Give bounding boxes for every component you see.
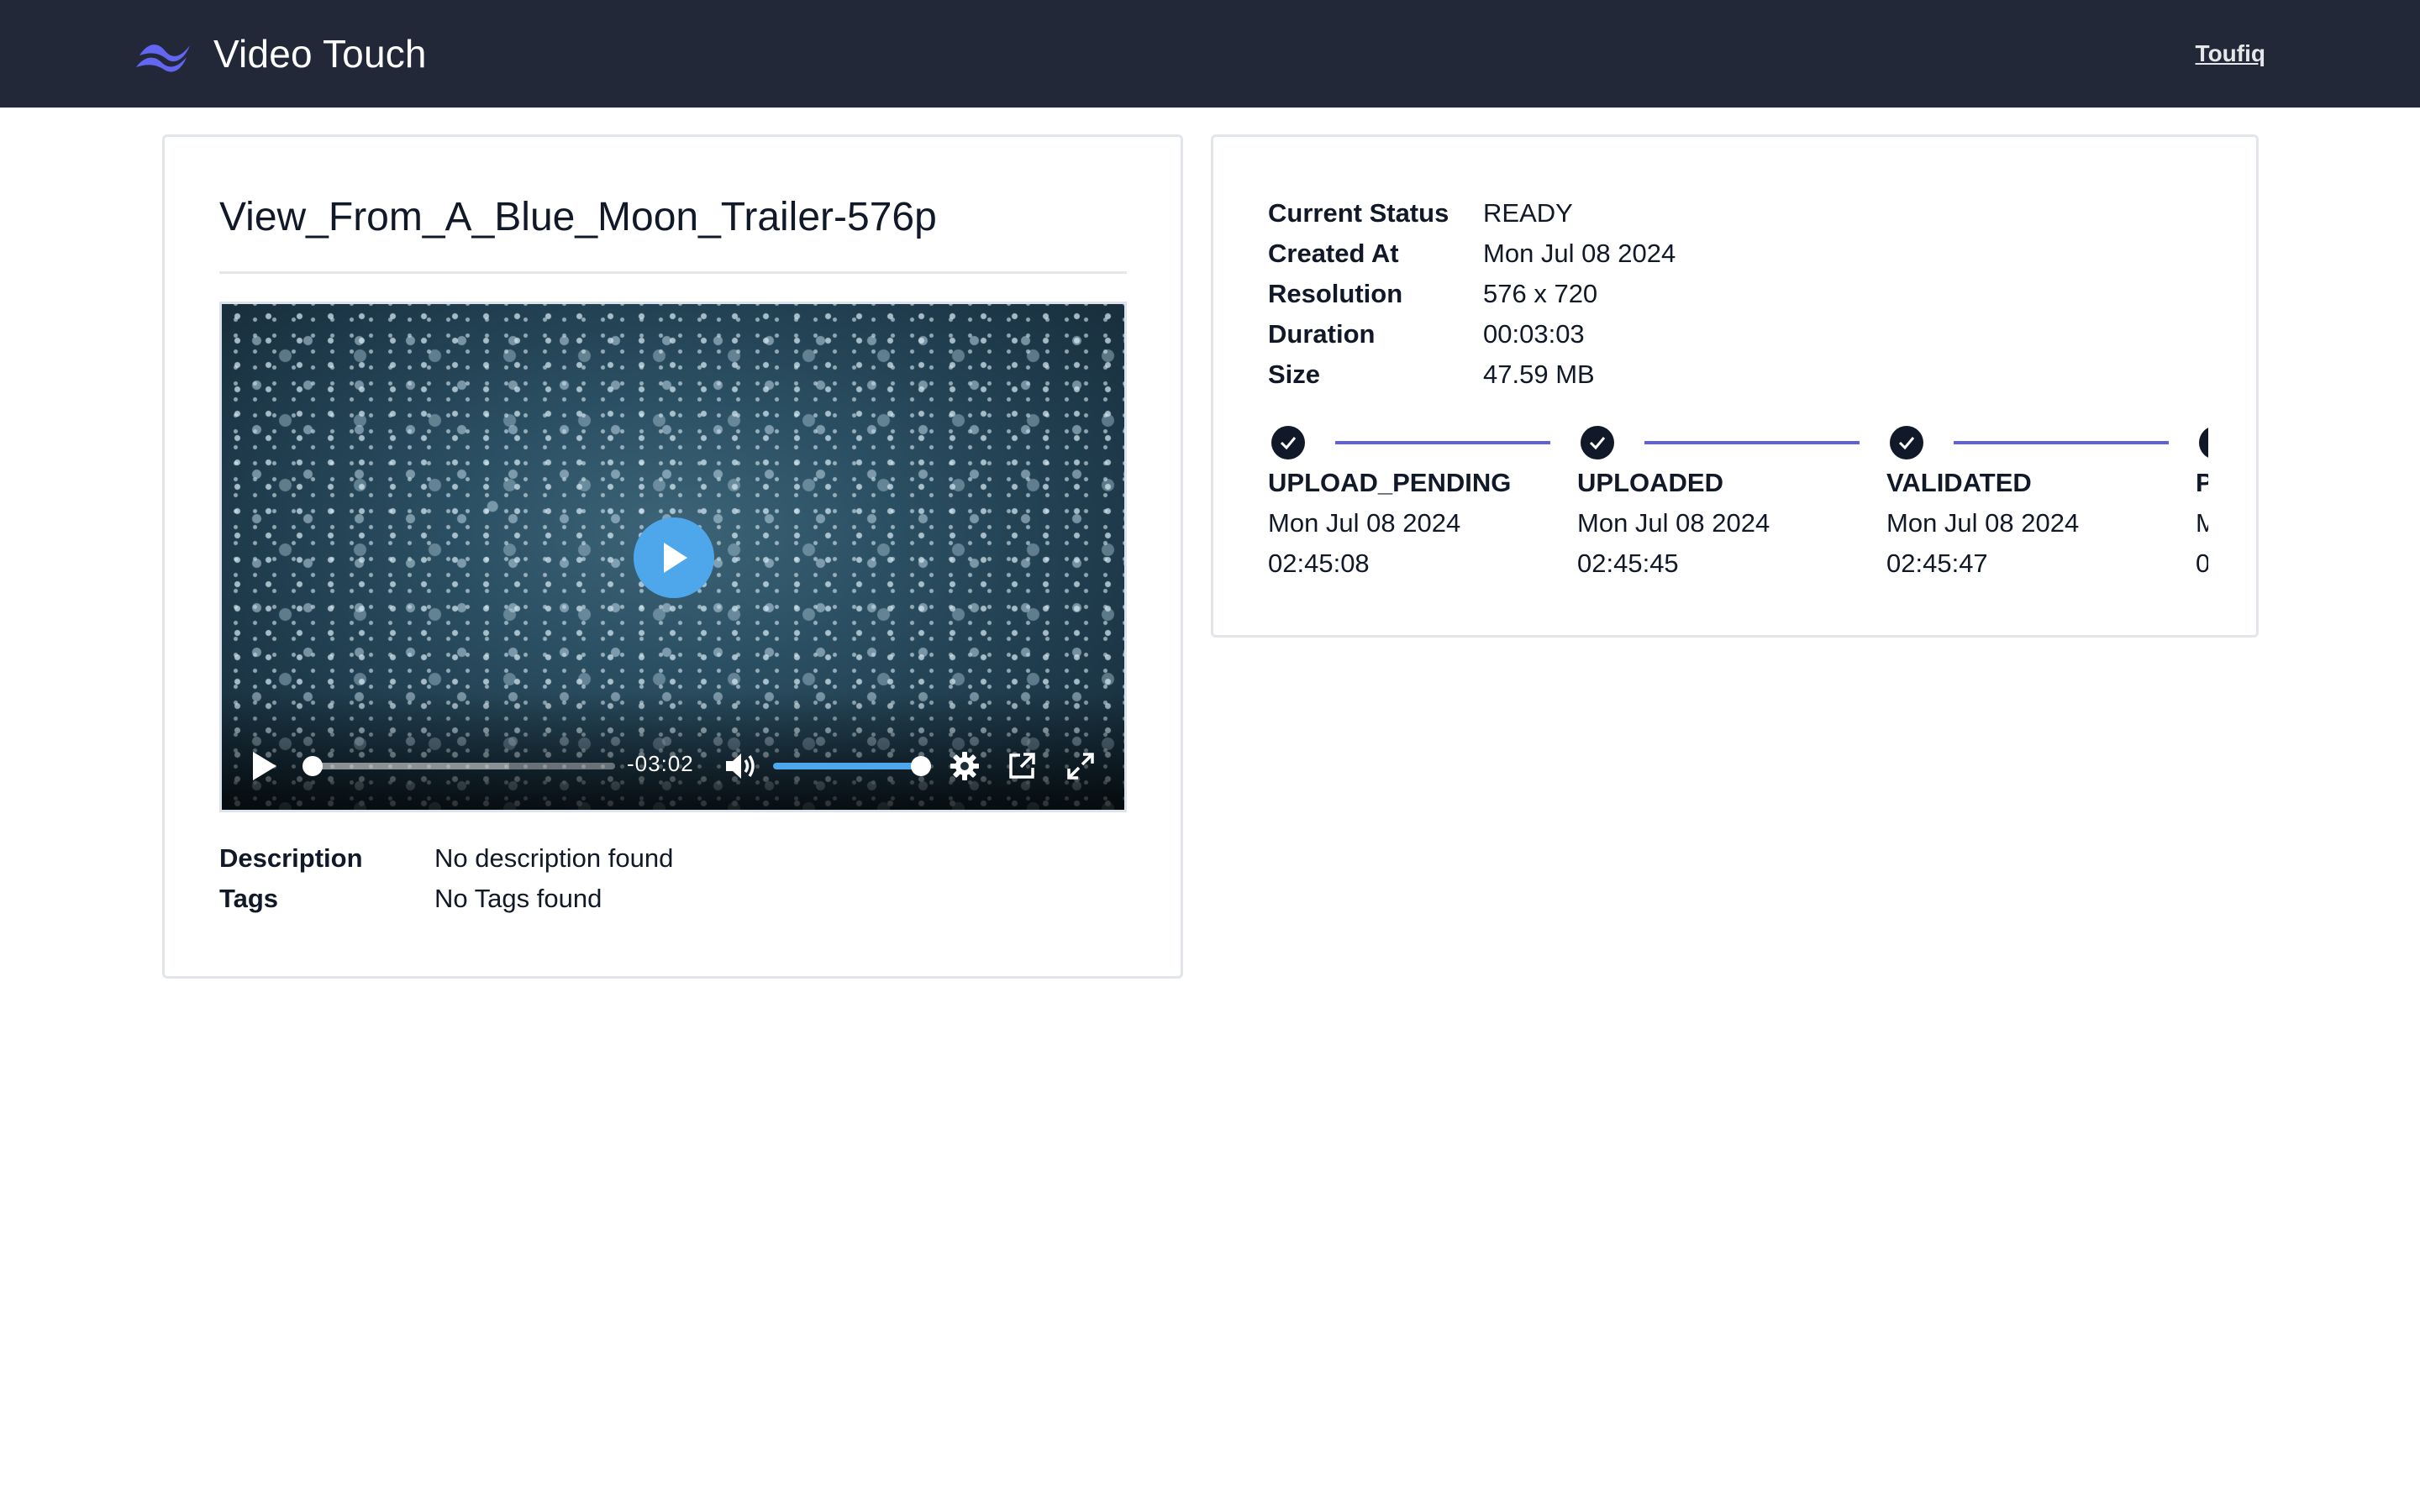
brand[interactable]: Video Touch: [134, 0, 427, 108]
tags-value: No Tags found: [434, 884, 602, 913]
status-value: READY: [1483, 198, 1573, 228]
status-label: Current Status: [1268, 198, 1449, 228]
step-date: Mon Jul 08 2024: [1577, 508, 1770, 538]
volume-slider[interactable]: [773, 756, 931, 776]
timeline-connector: [1335, 441, 1550, 444]
fullscreen-button[interactable]: [1065, 751, 1096, 781]
step-time: 02:45:08: [1268, 549, 1370, 574]
video-title: View_From_A_Blue_Moon_Trailer-576p: [219, 195, 937, 239]
size-row: Size 47.59 MB: [1268, 354, 1676, 395]
remaining-time: -03:02: [627, 751, 694, 776]
video-card: View_From_A_Blue_Moon_Trailer-576p -03:0…: [162, 134, 1183, 979]
step-date: Mon Jul 08 2024: [1268, 508, 1461, 538]
user-menu-link[interactable]: Toufiq: [2196, 0, 2265, 108]
player-controls: -03:02: [222, 726, 1124, 810]
seek-handle[interactable]: [302, 756, 323, 776]
created-label: Created At: [1268, 239, 1399, 268]
big-play-button[interactable]: [634, 517, 714, 598]
check-circle-icon: [1890, 426, 1923, 459]
timeline-step: UPLOAD_PENDING Mon Jul 08 2024 02:45:08: [1268, 423, 1577, 574]
logo-icon: [136, 45, 190, 72]
volume-button[interactable]: [724, 751, 758, 781]
play-icon: [664, 543, 687, 573]
step-date: M: [2196, 508, 2208, 538]
timeline-step: UPLOADED Mon Jul 08 2024 02:45:45: [1577, 423, 1886, 574]
description-value: No description found: [434, 843, 674, 873]
size-label: Size: [1268, 360, 1321, 389]
duration-value: 00:03:03: [1483, 319, 1585, 349]
created-value: Mon Jul 08 2024: [1483, 239, 1676, 268]
tags-label: Tags: [219, 884, 279, 913]
size-value: 47.59 MB: [1483, 360, 1595, 389]
check-circle-icon: [1271, 426, 1305, 459]
step-label: P: [2196, 468, 2208, 497]
brand-name: Video Touch: [213, 32, 427, 76]
video-meta: Description No description found Tags No…: [219, 838, 673, 919]
details-card: Current Status READY Created At Mon Jul …: [1211, 134, 2259, 638]
settings-gear-icon[interactable]: [950, 751, 980, 781]
status-row: Current Status READY: [1268, 193, 1676, 234]
check-circle-icon: [2199, 426, 2208, 459]
pip-button[interactable]: [1007, 751, 1037, 781]
resolution-label: Resolution: [1268, 279, 1403, 308]
title-divider: [219, 271, 1127, 274]
details-list: Current Status READY Created At Mon Jul …: [1268, 193, 1676, 395]
step-date: Mon Jul 08 2024: [1886, 508, 2080, 538]
step-label: UPLOADED: [1577, 468, 1723, 497]
check-circle-icon: [1581, 426, 1614, 459]
timeline-connector: [1644, 441, 1860, 444]
timeline-connector: [1954, 441, 2169, 444]
created-row: Created At Mon Jul 08 2024: [1268, 234, 1676, 274]
resolution-value: 576 x 720: [1483, 279, 1598, 308]
seek-slider[interactable]: [302, 756, 615, 776]
timeline-step: VALIDATED Mon Jul 08 2024 02:45:47: [1886, 423, 2196, 574]
timeline-step: P M 0: [2196, 423, 2208, 574]
video-player[interactable]: -03:02: [219, 302, 1127, 812]
volume-handle[interactable]: [911, 756, 931, 776]
play-button[interactable]: [250, 749, 279, 783]
step-time: 02:45:45: [1577, 549, 1679, 574]
step-label: VALIDATED: [1886, 468, 2032, 497]
description-label: Description: [219, 843, 363, 873]
description-row: Description No description found: [219, 838, 673, 879]
resolution-row: Resolution 576 x 720: [1268, 274, 1676, 314]
status-timeline: UPLOAD_PENDING Mon Jul 08 2024 02:45:08 …: [1268, 423, 2208, 574]
step-label: UPLOAD_PENDING: [1268, 468, 1512, 497]
step-time: 0: [2196, 549, 2208, 574]
duration-row: Duration 00:03:03: [1268, 314, 1676, 354]
tags-row: Tags No Tags found: [219, 879, 673, 919]
top-navbar: Video Touch Toufiq: [0, 0, 2420, 108]
step-time: 02:45:47: [1886, 549, 1988, 574]
duration-label: Duration: [1268, 319, 1376, 349]
